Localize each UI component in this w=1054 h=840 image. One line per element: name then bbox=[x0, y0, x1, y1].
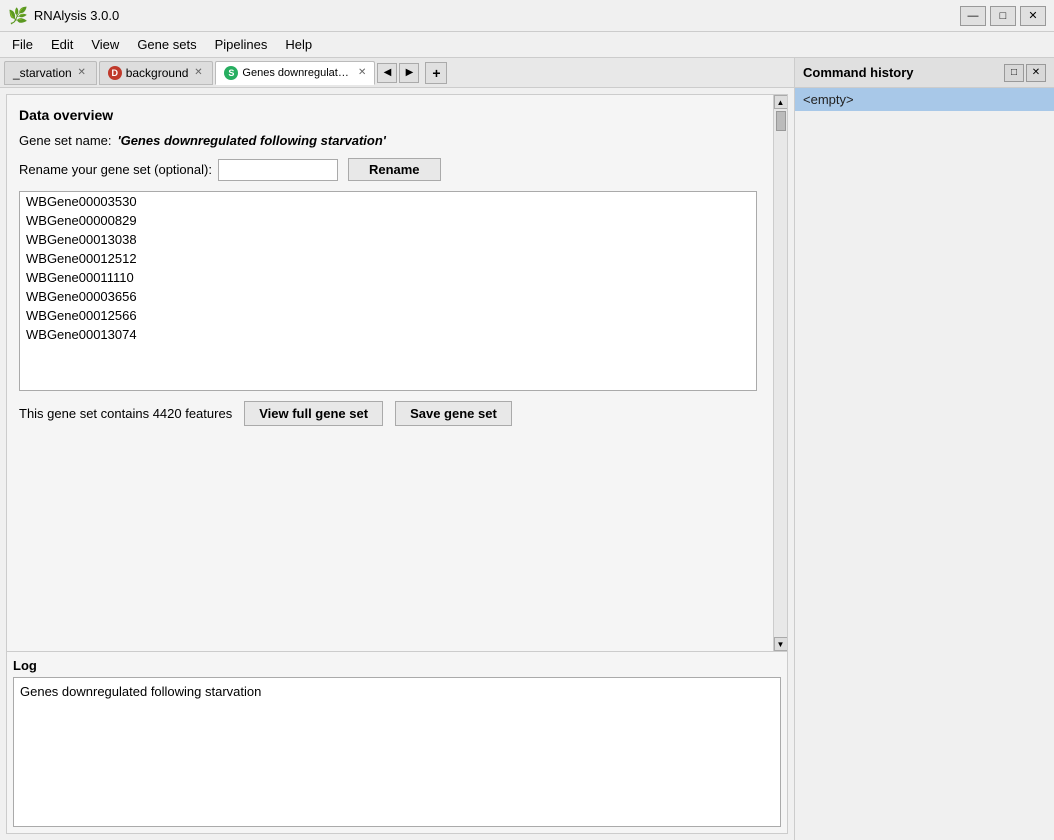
gene-item-5: WBGene00003656 bbox=[20, 287, 756, 306]
features-row: This gene set contains 4420 features Vie… bbox=[19, 401, 757, 426]
main-panel: ▲ ▼ Data overview Gene set name: 'Genes … bbox=[6, 94, 788, 834]
tab-bar: _starvation ✕ D background ✕ S Genes dow… bbox=[0, 58, 794, 88]
save-gene-set-button[interactable]: Save gene set bbox=[395, 401, 512, 426]
main-layout: _starvation ✕ D background ✕ S Genes dow… bbox=[0, 58, 1054, 840]
tab-genes-downregulated[interactable]: S Genes downregulated following starvati… bbox=[215, 61, 375, 85]
log-section: Log Genes downregulated following starva… bbox=[7, 651, 787, 833]
tab-next-button[interactable]: ▶ bbox=[399, 63, 419, 83]
tab-background-label: background bbox=[126, 66, 189, 80]
maximize-button[interactable]: □ bbox=[990, 6, 1016, 26]
tab-starvation[interactable]: _starvation ✕ bbox=[4, 61, 97, 85]
menu-help[interactable]: Help bbox=[277, 35, 320, 54]
content-area: _starvation ✕ D background ✕ S Genes dow… bbox=[0, 58, 794, 840]
title-bar: 🌿 RNAlysis 3.0.0 — □ ✕ bbox=[0, 0, 1054, 32]
menu-edit[interactable]: Edit bbox=[43, 35, 81, 54]
gene-item-3: WBGene00012512 bbox=[20, 249, 756, 268]
rename-label: Rename your gene set (optional): bbox=[19, 162, 212, 177]
tab-prev-button[interactable]: ◀ bbox=[377, 63, 397, 83]
scroll-up-arrow[interactable]: ▲ bbox=[774, 95, 788, 109]
scroll-thumb bbox=[776, 111, 786, 131]
tab-background-icon: D bbox=[108, 66, 122, 80]
rename-row: Rename your gene set (optional): Rename bbox=[19, 158, 757, 181]
tab-background-close[interactable]: ✕ bbox=[192, 67, 204, 79]
tab-genes-close[interactable]: ✕ bbox=[358, 67, 366, 79]
gene-item-7: WBGene00013074 bbox=[20, 325, 756, 344]
history-item-0: <empty> bbox=[795, 88, 1054, 111]
command-history-float-button[interactable]: □ bbox=[1004, 64, 1024, 82]
scroll-down-arrow[interactable]: ▼ bbox=[774, 637, 788, 651]
rename-input[interactable] bbox=[218, 159, 338, 181]
gene-item-4: WBGene00011110 bbox=[20, 268, 756, 287]
log-title: Log bbox=[13, 658, 781, 673]
minimize-button[interactable]: — bbox=[960, 6, 986, 26]
gene-item-0: WBGene00003530 bbox=[20, 192, 756, 211]
menu-pipelines[interactable]: Pipelines bbox=[207, 35, 276, 54]
main-panel-scrollbar[interactable]: ▲ ▼ bbox=[773, 95, 787, 651]
data-overview-title: Data overview bbox=[19, 107, 757, 123]
data-overview-section: ▲ ▼ Data overview Gene set name: 'Genes … bbox=[7, 95, 787, 651]
command-history-header: Command history □ ✕ bbox=[795, 58, 1054, 88]
gene-item-2: WBGene00013038 bbox=[20, 230, 756, 249]
right-panel: Command history □ ✕ <empty> bbox=[794, 58, 1054, 840]
tab-genes-icon: S bbox=[224, 66, 238, 80]
app-title: RNAlysis 3.0.0 bbox=[34, 8, 119, 23]
scroll-track bbox=[774, 109, 788, 637]
command-history-title: Command history bbox=[803, 65, 914, 80]
features-count-text: This gene set contains 4420 features bbox=[19, 406, 232, 421]
gene-set-name-value: 'Genes downregulated following starvatio… bbox=[118, 133, 386, 148]
menu-view[interactable]: View bbox=[83, 35, 127, 54]
close-button[interactable]: ✕ bbox=[1020, 6, 1046, 26]
command-history-close-button[interactable]: ✕ bbox=[1026, 64, 1046, 82]
menu-gene-sets[interactable]: Gene sets bbox=[129, 35, 204, 54]
gene-item-1: WBGene00000829 bbox=[20, 211, 756, 230]
tab-add-button[interactable]: + bbox=[425, 62, 447, 84]
gene-list[interactable]: WBGene00003530 WBGene00000829 WBGene0001… bbox=[19, 191, 757, 391]
menu-file[interactable]: File bbox=[4, 35, 41, 54]
menu-bar: File Edit View Gene sets Pipelines Help bbox=[0, 32, 1054, 58]
gene-item-6: WBGene00012566 bbox=[20, 306, 756, 325]
log-text: Genes downregulated following starvation bbox=[20, 684, 261, 699]
app-icon: 🌿 bbox=[8, 6, 28, 26]
gene-set-name-row: Gene set name: 'Genes downregulated foll… bbox=[19, 133, 757, 148]
rename-button[interactable]: Rename bbox=[348, 158, 441, 181]
view-full-gene-set-button[interactable]: View full gene set bbox=[244, 401, 383, 426]
tab-starvation-close[interactable]: ✕ bbox=[76, 67, 88, 79]
tab-genes-label: Genes downregulated following starvation bbox=[242, 67, 354, 79]
gene-set-name-label: Gene set name: bbox=[19, 133, 112, 148]
log-content: Genes downregulated following starvation bbox=[13, 677, 781, 827]
tab-starvation-label: _starvation bbox=[13, 66, 72, 80]
tab-background[interactable]: D background ✕ bbox=[99, 61, 214, 85]
